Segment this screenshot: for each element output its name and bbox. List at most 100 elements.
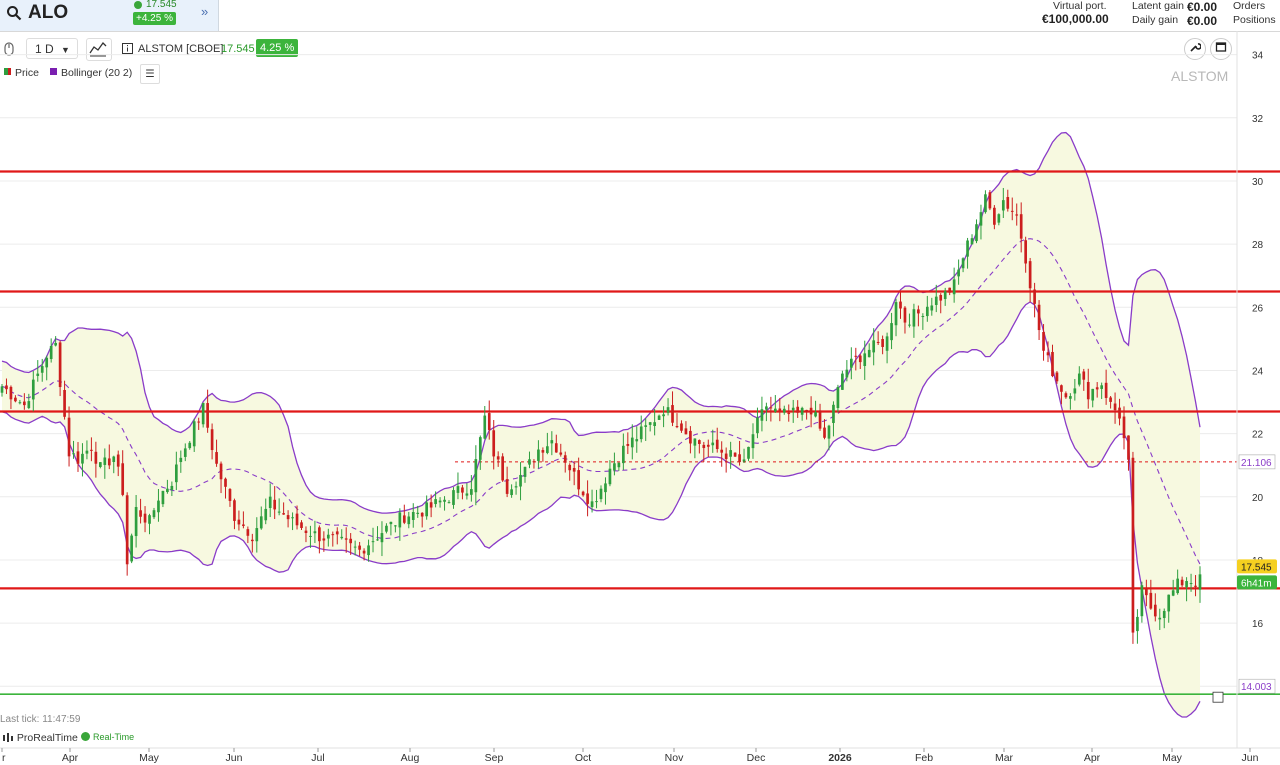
search-icon[interactable] <box>6 5 22 21</box>
candle-body <box>653 422 656 427</box>
x-tick-label: Mar <box>995 752 1014 764</box>
candle-body <box>76 451 80 464</box>
y-tick-label: 22 <box>1252 430 1264 441</box>
candle-body <box>1162 610 1166 619</box>
candle-body <box>1091 388 1095 401</box>
candle-body <box>1015 214 1019 216</box>
candle-body <box>501 456 504 481</box>
toolbar-price: 17.545 <box>221 43 255 55</box>
candle-body <box>1064 393 1068 398</box>
candle-body <box>724 453 728 460</box>
timeframe-value: 1 D <box>35 42 54 56</box>
info-icon[interactable] <box>122 43 133 57</box>
candle-body <box>49 345 53 360</box>
candle-body <box>800 407 804 415</box>
candle-body <box>1131 457 1135 633</box>
candle-body <box>742 459 746 462</box>
legend-menu-icon[interactable]: ☰ <box>140 64 160 84</box>
candle-body <box>957 269 960 277</box>
candle-body <box>791 407 795 411</box>
wrench-icon[interactable] <box>1184 38 1206 60</box>
legend-price[interactable]: Price <box>4 67 39 79</box>
x-tick-label: Jun <box>226 752 243 764</box>
candle-body <box>362 550 366 554</box>
candle-body <box>921 316 925 318</box>
candle-body <box>295 513 299 526</box>
candle-body <box>657 415 661 420</box>
candle-body <box>899 301 902 309</box>
candle-body <box>1167 594 1171 612</box>
candle-body <box>99 462 102 467</box>
bollinger-swatch <box>50 68 57 75</box>
candle-body <box>143 513 147 523</box>
candle-body <box>662 414 665 417</box>
timeframe-select[interactable]: 1 D ▼ <box>26 38 78 59</box>
brand-label: ProRealTime <box>2 731 78 744</box>
candle-body <box>420 512 424 517</box>
level-tag-2-bg <box>1238 678 1276 694</box>
candle-body <box>1055 372 1059 382</box>
price-chart[interactable]: 14 16 18 20 22 24 26 28 30 32 34 21.106 14.003 17.545… <box>0 0 1280 765</box>
candle-body <box>398 512 402 528</box>
orders-link[interactable]: Orders <box>1233 0 1265 12</box>
candle-body <box>1001 200 1005 211</box>
candle-body <box>787 412 791 415</box>
candle-body <box>188 442 192 449</box>
candle-body <box>380 533 384 543</box>
candle-body <box>470 489 473 495</box>
candle-body <box>309 535 312 537</box>
candle-body <box>599 488 603 500</box>
candle-body <box>67 417 71 457</box>
candle-body <box>116 454 120 467</box>
candle-body <box>975 224 978 242</box>
candle-body <box>805 409 808 412</box>
candle-body <box>219 463 223 480</box>
expand-chevrons-icon[interactable]: » <box>201 4 208 19</box>
candle-body <box>429 502 433 508</box>
candle-body <box>286 515 290 520</box>
candle-body <box>836 386 840 409</box>
candle-body <box>1077 373 1081 385</box>
level-tag-2: 14.003 <box>1241 682 1272 693</box>
candle-body <box>335 531 339 535</box>
candle-body <box>45 357 49 368</box>
candle-body <box>684 428 688 435</box>
candle-body <box>1006 197 1010 209</box>
last-tick-label: Last tick: 11:47:59 <box>0 714 81 725</box>
candle-body <box>689 430 692 444</box>
candle-body <box>818 410 822 429</box>
positions-link[interactable]: Positions <box>1233 14 1276 26</box>
mouse-icon[interactable] <box>2 39 18 59</box>
candle-body <box>1024 240 1028 264</box>
y-tick-label: 32 <box>1252 114 1264 125</box>
y-tick-label: 16 <box>1252 619 1264 630</box>
candle-body <box>478 437 482 460</box>
candle-body <box>268 496 272 508</box>
y-tick-label: 18 <box>1252 556 1264 567</box>
candle-body <box>885 336 889 351</box>
candle-body <box>809 407 813 415</box>
symbol-name[interactable]: ALO <box>28 2 68 24</box>
candle-body <box>322 538 326 541</box>
candle-body <box>255 528 259 542</box>
candle-body <box>841 373 844 390</box>
candle-body <box>1073 388 1077 394</box>
candle-body <box>14 397 17 402</box>
candle-body <box>434 499 437 505</box>
legend-bollinger[interactable]: Bollinger (20 2) <box>50 67 132 79</box>
candle-body <box>90 449 93 451</box>
window-icon[interactable] <box>1210 38 1232 60</box>
symbol-box[interactable]: ALO 17.545 +4.25 % » <box>0 0 219 31</box>
chart-style-icon[interactable] <box>86 38 112 61</box>
candle-body <box>1060 385 1063 392</box>
candle-body <box>876 341 880 343</box>
candle-body <box>197 421 201 423</box>
candle-body <box>0 386 4 393</box>
candle-body <box>827 425 831 439</box>
candle-body <box>1109 397 1112 402</box>
symbol-change-badge: +4.25 % <box>133 12 176 25</box>
candle-body <box>291 517 294 519</box>
candle-body <box>121 463 125 495</box>
candle-body <box>934 296 938 305</box>
candle-body <box>58 342 62 388</box>
